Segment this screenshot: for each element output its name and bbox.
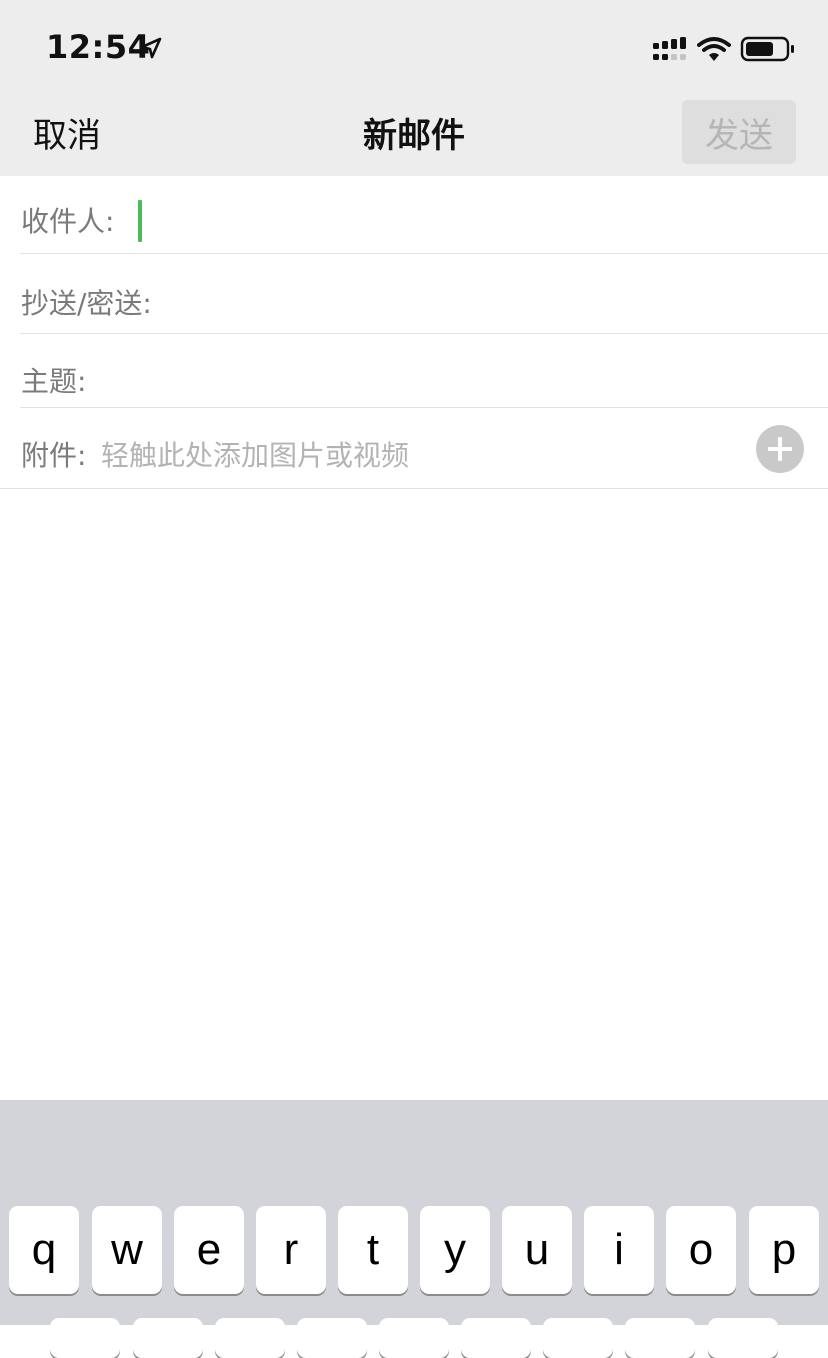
key-r[interactable]: r [256, 1206, 326, 1294]
to-label: 收件人: [21, 205, 115, 238]
keyboard-key[interactable] [543, 1318, 613, 1358]
cc-bcc-field[interactable]: 抄送/密送: [0, 254, 828, 333]
key-p[interactable]: p [749, 1206, 819, 1294]
add-circle-icon[interactable] [756, 425, 804, 473]
keyboard: q w e r t y u i o p [0, 1100, 828, 1358]
key-q[interactable]: q [9, 1206, 79, 1294]
key-o[interactable]: o [666, 1206, 736, 1294]
top-bar: 12:54 取消 新邮件 发送 [0, 0, 828, 176]
keyboard-key[interactable] [625, 1318, 695, 1358]
cancel-button[interactable]: 取消 [33, 108, 101, 157]
send-button[interactable]: 发送 [682, 100, 796, 164]
message-body[interactable] [0, 489, 828, 1100]
keyboard-key[interactable] [379, 1318, 449, 1358]
key-y[interactable]: y [420, 1206, 490, 1294]
battery-icon [740, 36, 794, 62]
wifi-icon [697, 37, 731, 61]
cc-bcc-label: 抄送/密送: [21, 287, 152, 320]
to-field[interactable]: 收件人: [0, 176, 828, 254]
keyboard-key[interactable] [297, 1318, 367, 1358]
key-t[interactable]: t [338, 1206, 408, 1294]
key-w[interactable]: w [92, 1206, 162, 1294]
status-time: 12:54 [46, 28, 151, 66]
key-u[interactable]: u [502, 1206, 572, 1294]
attachment-hint: 轻触此处添加图片或视频 [101, 439, 410, 472]
keyboard-key[interactable] [50, 1318, 120, 1358]
key-e[interactable]: e [174, 1206, 244, 1294]
text-cursor [138, 200, 142, 242]
signal-icon [653, 37, 686, 60]
keyboard-key[interactable] [461, 1318, 531, 1358]
keyboard-key[interactable] [215, 1318, 285, 1358]
subject-field[interactable]: 主题: [0, 334, 828, 407]
location-arrow-icon [140, 37, 162, 59]
keyboard-key[interactable] [133, 1318, 203, 1358]
attachment-row[interactable]: 附件: 轻触此处添加图片或视频 [0, 408, 828, 488]
attachment-label: 附件: [21, 439, 87, 472]
keyboard-key[interactable] [708, 1318, 778, 1358]
subject-label: 主题: [21, 365, 87, 398]
key-i[interactable]: i [584, 1206, 654, 1294]
